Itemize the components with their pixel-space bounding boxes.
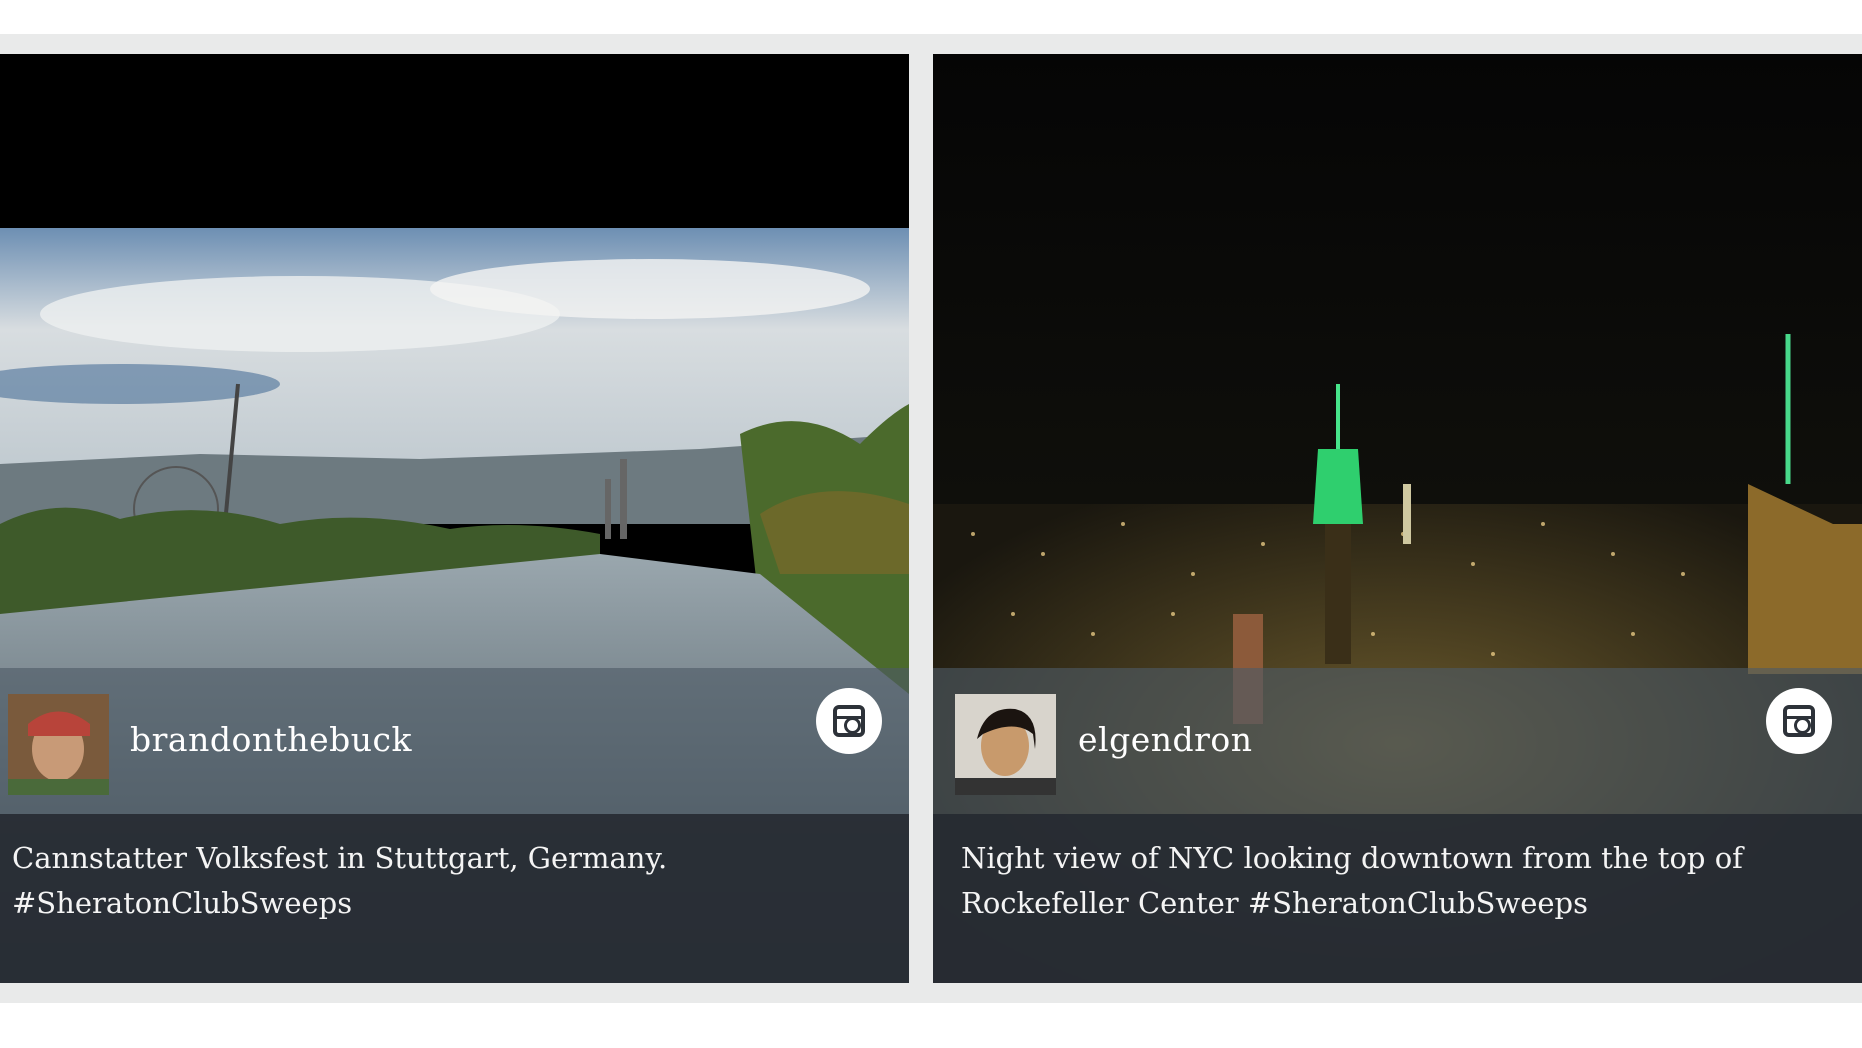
post-caption: Night view of NYC looking downtown from … xyxy=(961,841,1743,920)
photo-gallery: brandonthebuck Cannstatter Volksfest in … xyxy=(0,54,1862,983)
username[interactable]: elgendron xyxy=(1078,720,1253,759)
top-divider xyxy=(0,34,1862,54)
instagram-icon xyxy=(1783,705,1815,737)
instagram-button[interactable] xyxy=(816,688,882,754)
post-card[interactable]: brandonthebuck Cannstatter Volksfest in … xyxy=(0,54,909,983)
bottom-divider xyxy=(0,983,1862,1003)
avatar[interactable] xyxy=(8,694,109,795)
instagram-icon xyxy=(833,705,865,737)
post-caption: Cannstatter Volksfest in Stuttgart, Germ… xyxy=(12,841,668,920)
post-card[interactable]: elgendron Night view of NYC looking down… xyxy=(933,54,1862,983)
username[interactable]: brandonthebuck xyxy=(130,720,412,759)
avatar[interactable] xyxy=(955,694,1056,795)
instagram-button[interactable] xyxy=(1766,688,1832,754)
user-bar xyxy=(933,668,1862,814)
